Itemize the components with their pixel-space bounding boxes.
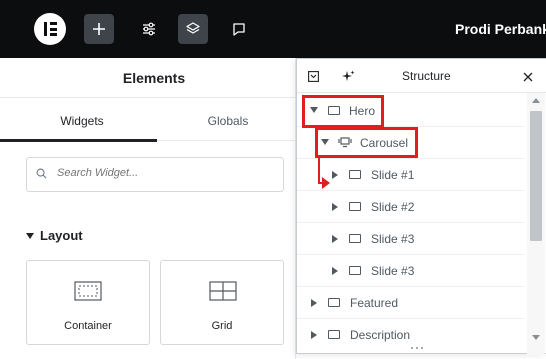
navigator-item-slide[interactable]: Slide #3: [297, 255, 525, 287]
navigator-item-featured[interactable]: Featured: [297, 287, 525, 319]
structure-panel-header: Structure: [297, 59, 546, 93]
panel-title: Elements: [122, 70, 186, 86]
close-icon[interactable]: [523, 72, 533, 82]
grid-icon: [209, 281, 237, 301]
widget-label: Grid: [211, 320, 233, 332]
layers-icon: [186, 22, 200, 34]
widget-label: Container: [64, 320, 112, 332]
navigator-item-label: Slide #3: [371, 232, 415, 246]
resize-handle-icon[interactable]: [410, 346, 424, 350]
navigator-item-label: Slide #1: [371, 168, 415, 182]
container-icon: [74, 281, 102, 301]
plus-icon: [93, 23, 105, 35]
tab-globals[interactable]: Globals: [158, 100, 298, 142]
search-icon: [36, 168, 47, 179]
navigator-item-slide[interactable]: Slide #3: [297, 223, 525, 255]
carousel-highlight-box: [315, 127, 418, 158]
caret-right-icon[interactable]: [311, 331, 317, 339]
elements-panel-header: Elements: [0, 58, 296, 98]
navigator-item-label: Description: [350, 328, 411, 342]
search-box[interactable]: [26, 157, 284, 192]
container-icon: [328, 298, 340, 307]
layout-section-title: Layout: [40, 228, 83, 243]
structure-title: Structure: [402, 69, 451, 83]
container-icon: [349, 170, 361, 179]
caret-right-icon[interactable]: [332, 203, 338, 211]
caret-right-icon[interactable]: [332, 267, 338, 275]
comment-icon: [233, 23, 245, 36]
sliders-icon: [143, 22, 155, 36]
active-tab-indicator: [0, 139, 157, 142]
widget-container[interactable]: Container: [26, 260, 150, 345]
ai-sparkle-icon[interactable]: [342, 70, 355, 83]
navigator-item-label: Slide #3: [371, 264, 415, 278]
notes-button[interactable]: [224, 14, 254, 44]
caret-down-icon: [26, 233, 34, 239]
caret-right-icon[interactable]: [332, 235, 338, 243]
container-icon: [349, 266, 361, 275]
top-toolbar: Prodi Perbank: [0, 0, 546, 58]
structure-button[interactable]: [178, 14, 208, 44]
container-icon: [349, 202, 361, 211]
scroll-down-icon[interactable]: [532, 335, 540, 341]
scroll-up-icon[interactable]: [532, 97, 540, 103]
tab-widgets[interactable]: Widgets: [12, 100, 152, 142]
site-settings-button[interactable]: [134, 14, 164, 44]
collapse-all-icon[interactable]: [308, 71, 319, 82]
container-icon: [349, 234, 361, 243]
navigator-item-label: Featured: [350, 296, 399, 310]
annotation-arrow-icon: [318, 155, 330, 189]
elementor-logo-icon[interactable]: [34, 13, 66, 45]
scrollbar-thumb[interactable]: [530, 111, 542, 241]
add-element-button[interactable]: [84, 14, 114, 44]
layout-section-toggle[interactable]: Layout: [26, 228, 83, 243]
search-input[interactable]: [57, 167, 257, 179]
widget-grid[interactable]: Grid: [160, 260, 284, 345]
caret-right-icon[interactable]: [311, 299, 317, 307]
hero-highlight-box: [302, 95, 384, 128]
document-title[interactable]: Prodi Perbank: [455, 21, 546, 37]
navigator-item-label: Slide #2: [371, 200, 415, 214]
container-icon: [328, 330, 340, 339]
